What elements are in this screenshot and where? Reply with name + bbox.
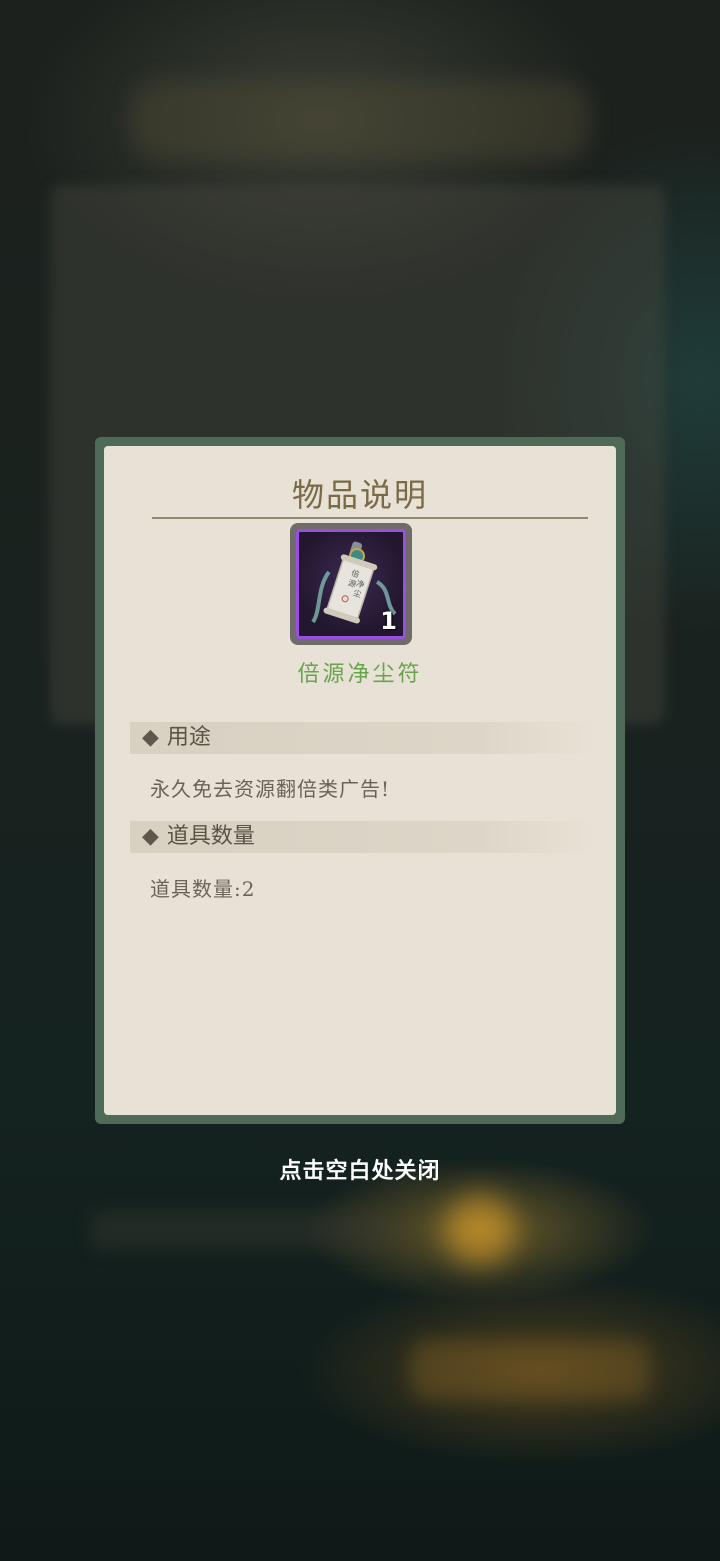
title-divider bbox=[152, 517, 588, 519]
dialog-title: 物品说明 bbox=[291, 476, 428, 514]
section-header-usage: ◆ 用途 bbox=[130, 722, 596, 754]
section-body-quantity: 道具数量:2 bbox=[150, 877, 256, 901]
item-slot: 倍 源 净 尘 1 bbox=[296, 529, 406, 639]
item-info-dialog: 物品说明 倍 源 净 尘 1 倍源净尘符 ◆ 用途 永久免去资源翻倍类广告! ◆… bbox=[95, 437, 625, 1124]
item-info-panel: 物品说明 倍 源 净 尘 1 倍源净尘符 ◆ 用途 永久免去资源翻倍类广告! ◆… bbox=[104, 446, 616, 1115]
section-header-usage-label: 用途 bbox=[166, 725, 211, 750]
item-name: 倍源净尘符 bbox=[297, 662, 423, 687]
close-hint-text: 点击空白处关闭 bbox=[279, 1158, 441, 1184]
diamond-icon: ◆ bbox=[142, 725, 159, 750]
item-icon-frame: 倍 源 净 尘 1 bbox=[290, 523, 412, 645]
section-header-quantity: ◆ 道具数量 bbox=[130, 821, 596, 853]
section-body-usage: 永久免去资源翻倍类广告! bbox=[150, 777, 391, 801]
diamond-icon: ◆ bbox=[142, 824, 159, 849]
section-header-quantity-label: 道具数量 bbox=[166, 824, 255, 849]
item-count-badge: 1 bbox=[380, 607, 397, 635]
